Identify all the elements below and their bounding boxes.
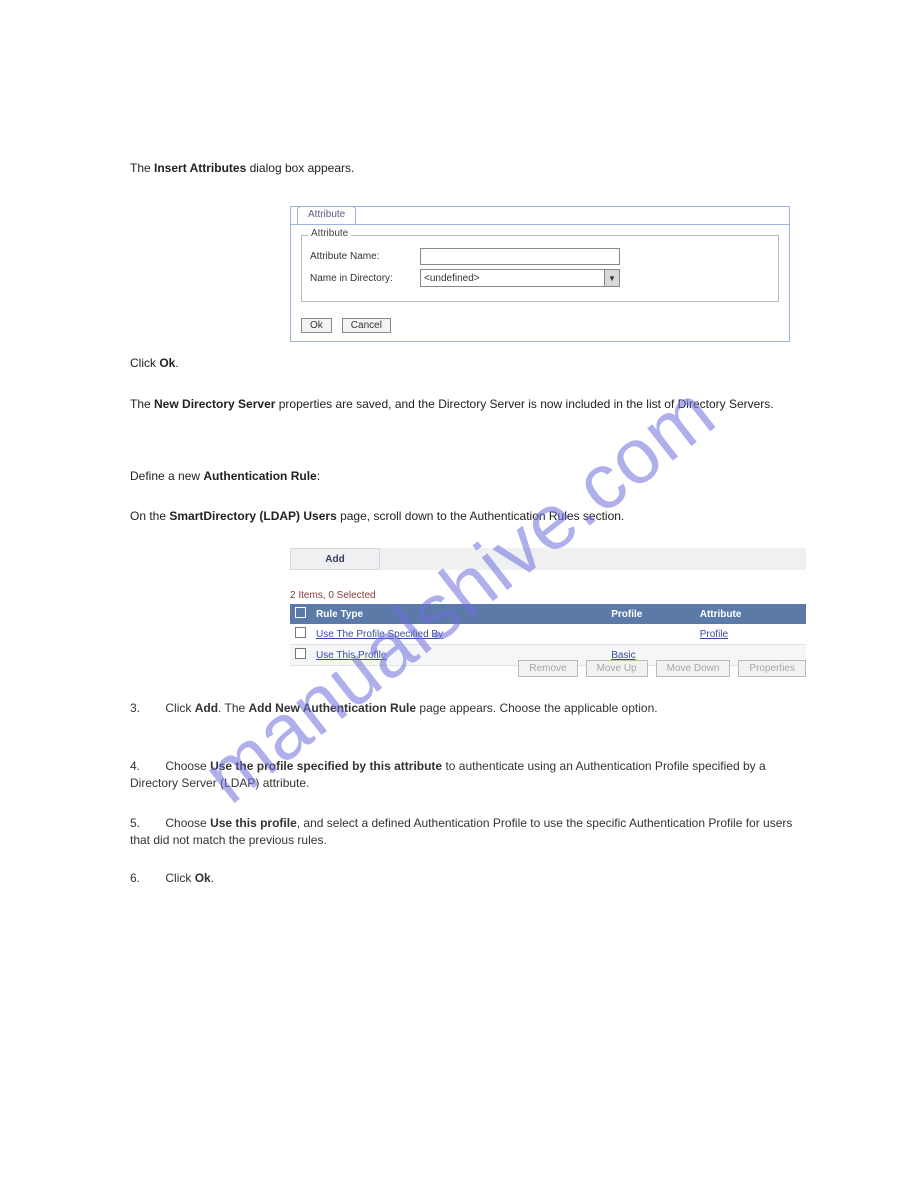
- header-checkbox-cell: [290, 604, 311, 624]
- add-bar-rest: [380, 548, 806, 570]
- select-all-checkbox[interactable]: [295, 607, 306, 618]
- authrules-suffix: page, scroll down to the Authentication …: [337, 509, 625, 523]
- step3-prefix: Click: [165, 701, 194, 715]
- step3-suffix2: page appears. Choose the applicable opti…: [416, 701, 658, 715]
- header-attribute: Attribute: [695, 604, 806, 624]
- header-profile: Profile: [606, 604, 695, 624]
- step5-prefix: Choose: [165, 816, 210, 830]
- attribute-name-label: Attribute Name:: [310, 251, 420, 262]
- attribute-panel: Attribute Attribute Attribute Name: Name…: [290, 206, 790, 342]
- step4-bold: Use the profile specified by this attrib…: [210, 759, 442, 773]
- chevron-down-icon[interactable]: ▼: [604, 270, 619, 286]
- row-checkbox[interactable]: [295, 627, 306, 638]
- authrules-prefix: On the: [130, 509, 169, 523]
- authrules-bold: SmartDirectory (LDAP) Users: [169, 509, 336, 523]
- attribute-link[interactable]: Profile: [700, 629, 728, 640]
- remove-button[interactable]: Remove: [518, 660, 577, 677]
- rule-link[interactable]: Use This Profile: [316, 650, 386, 661]
- row-checkbox[interactable]: [295, 648, 306, 659]
- items-summary: 2 Items, 0 Selected: [290, 590, 376, 601]
- define-bold: Authentication Rule: [203, 469, 316, 483]
- intro-prefix: The: [130, 161, 154, 175]
- attribute-fieldset: Attribute Attribute Name: Name in Direct…: [301, 235, 779, 302]
- define-suffix: :: [317, 469, 320, 483]
- intro-bold: Insert Attributes: [154, 161, 246, 175]
- step4-num: 4.: [130, 759, 140, 773]
- table-row: Use The Profile Specified By Profile: [290, 624, 806, 645]
- click-ok-prefix: Click: [130, 356, 159, 370]
- step6-prefix: Click: [165, 871, 194, 885]
- move-down-button[interactable]: Move Down: [656, 660, 731, 677]
- define-prefix: Define a new: [130, 469, 203, 483]
- step3-suffix1: . The: [218, 701, 248, 715]
- step6-suffix: .: [211, 871, 214, 885]
- attribute-body: Attribute Attribute Name: Name in Direct…: [291, 224, 789, 312]
- properties-button[interactable]: Properties: [738, 660, 806, 677]
- add-bar: Add: [290, 548, 806, 570]
- authrules-text: On the SmartDirectory (LDAP) Users page,…: [130, 508, 810, 525]
- define-text: Define a new Authentication Rule:: [130, 468, 750, 485]
- step3-bold2: Add New Authentication Rule: [249, 701, 417, 715]
- cancel-button[interactable]: Cancel: [342, 318, 391, 333]
- watermark-text: manualshive.com: [186, 367, 732, 822]
- intro-suffix: dialog box appears.: [246, 161, 354, 175]
- step3-bold: Add: [195, 701, 218, 715]
- header-rule-type: Rule Type: [311, 604, 606, 624]
- rule-link[interactable]: Use The Profile Specified By: [316, 629, 443, 640]
- fieldset-legend: Attribute: [308, 228, 351, 239]
- saved-bold: New Directory Server: [154, 397, 275, 411]
- step-6: 6. Click Ok.: [130, 870, 810, 887]
- saved-text: The New Directory Server properties are …: [130, 396, 810, 413]
- step6-num: 6.: [130, 871, 140, 885]
- name-in-directory-label: Name in Directory:: [310, 273, 420, 284]
- click-ok-suffix: .: [175, 356, 178, 370]
- profile-link[interactable]: Basic: [611, 650, 635, 661]
- step5-num: 5.: [130, 816, 140, 830]
- step-4: 4. Choose Use the profile specified by t…: [130, 758, 810, 792]
- attribute-name-input[interactable]: [420, 248, 620, 265]
- ok-button[interactable]: Ok: [301, 318, 332, 333]
- step5-bold: Use this profile: [210, 816, 297, 830]
- add-button[interactable]: Add: [290, 548, 380, 570]
- step-3: 3. Click Add. The Add New Authentication…: [130, 700, 810, 717]
- move-up-button[interactable]: Move Up: [586, 660, 648, 677]
- name-in-directory-select[interactable]: <undefined> ▼: [420, 269, 620, 287]
- saved-suffix: properties are saved, and the Directory …: [275, 397, 773, 411]
- click-ok-bold: Ok: [159, 356, 175, 370]
- table-header-row: Rule Type Profile Attribute: [290, 604, 806, 624]
- click-ok-text: Click Ok.: [130, 355, 750, 372]
- step6-bold: Ok: [195, 871, 211, 885]
- saved-prefix: The: [130, 397, 154, 411]
- select-value: <undefined>: [424, 273, 480, 284]
- table-buttons-row: Remove Move Up Move Down Properties: [290, 660, 806, 677]
- rules-table: Rule Type Profile Attribute Use The Prof…: [290, 604, 806, 666]
- step3-num: 3.: [130, 701, 140, 715]
- intro-text: The Insert Attributes dialog box appears…: [130, 160, 750, 177]
- step4-prefix: Choose: [165, 759, 210, 773]
- tab-attribute[interactable]: Attribute: [297, 206, 356, 224]
- step-5: 5. Choose Use this profile, and select a…: [130, 815, 810, 849]
